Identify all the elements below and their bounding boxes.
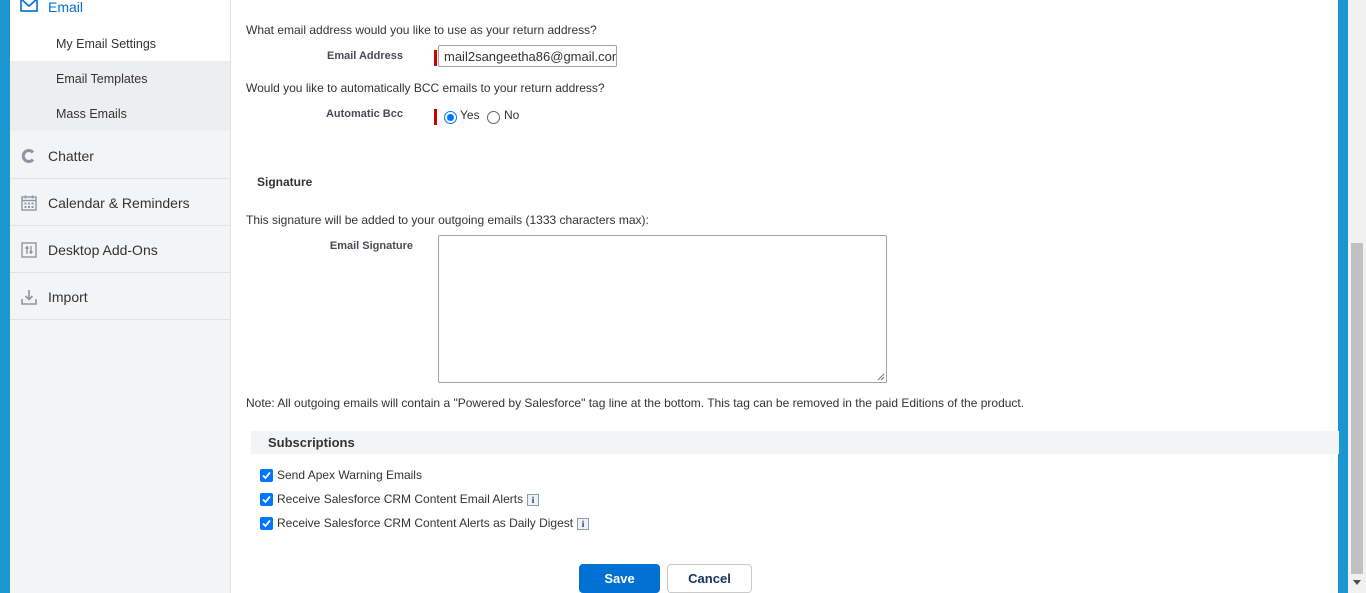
email-address-label: Email Address [326,50,403,62]
checkmark-icon [262,519,271,528]
desktop-addons-icon [21,242,37,258]
sidebar-subitem-label: My Email Settings [56,37,157,51]
sidebar-item-calendar[interactable]: Calendar & Reminders [10,179,230,226]
sidebar-item-label: Desktop Add-Ons [48,242,158,258]
scrollbar-thumb[interactable] [1351,243,1363,574]
save-button[interactable]: Save [579,564,660,593]
sidebar-subitem-email-templates[interactable]: Email Templates [10,61,230,96]
sidebar-item-label: Calendar & Reminders [48,195,190,211]
powered-by-note: Note: All outgoing emails will contain a… [246,396,1025,410]
sidebar-subitem-mass-emails[interactable]: Mass Emails [10,96,230,131]
sidebar-item-label: Import [48,289,88,305]
bcc-yes-radio[interactable] [444,111,457,124]
scroll-down-arrow-icon[interactable] [1353,580,1361,585]
sidebar-subitem-label: Mass Emails [56,107,127,121]
apex-warning-checkbox[interactable] [260,469,273,482]
checkmark-icon [262,495,271,504]
sidebar-item-desktop-addons[interactable]: Desktop Add-Ons [10,226,230,273]
settings-sidebar: Email My Email Settings Email Templates … [10,0,231,593]
email-address-input[interactable]: mail2sangeetha86@gmail.com [438,45,617,67]
sidebar-item-import[interactable]: Import [10,273,230,320]
content-daily-digest-checkbox[interactable] [260,517,273,530]
email-signature-textarea[interactable] [438,235,887,383]
sidebar-item-email[interactable]: Email [10,0,230,27]
sidebar-item-label: Chatter [48,148,94,164]
calendar-icon [21,195,37,211]
content-daily-digest-label: Receive Salesforce CRM Content Alerts as… [277,516,574,530]
signature-section-title: Signature [257,175,313,189]
vertical-scrollbar[interactable] [1348,0,1366,593]
cancel-button[interactable]: Cancel [667,564,752,593]
chatter-icon [21,149,35,163]
return-address-question: What email address would you like to use… [246,23,597,37]
subscriptions-title: Subscriptions [268,435,355,450]
page-frame: Email My Email Settings Email Templates … [10,0,1339,593]
content-email-alerts-label: Receive Salesforce CRM Content Email Ale… [277,492,524,506]
required-indicator [434,50,437,66]
email-signature-label: Email Signature [329,240,413,252]
content-email-alerts-checkbox[interactable] [260,493,273,506]
resize-handle-icon[interactable] [877,373,885,381]
apex-warning-label: Send Apex Warning Emails [277,468,422,482]
envelope-icon [20,0,38,12]
checkmark-icon [262,471,271,480]
sidebar-item-chatter[interactable]: Chatter [10,132,230,179]
sidebar-item-email-label: Email [48,0,84,15]
bcc-question: Would you like to automatically BCC emai… [246,81,605,95]
bcc-no-label: No [504,108,520,122]
email-settings-form: What email address would you like to use… [241,0,1339,593]
info-icon[interactable]: i [577,518,589,530]
bcc-no-radio[interactable] [487,111,500,124]
automatic-bcc-label: Automatic Bcc [325,108,403,120]
sidebar-subitem-my-email-settings[interactable]: My Email Settings [10,26,230,61]
bcc-yes-label: Yes [460,108,480,122]
signature-hint: This signature will be added to your out… [246,213,649,227]
subscriptions-header: Subscriptions [251,431,1339,454]
sidebar-subitem-label: Email Templates [56,72,148,86]
required-indicator [434,109,437,125]
info-icon[interactable]: i [527,494,539,506]
import-icon [21,290,37,305]
